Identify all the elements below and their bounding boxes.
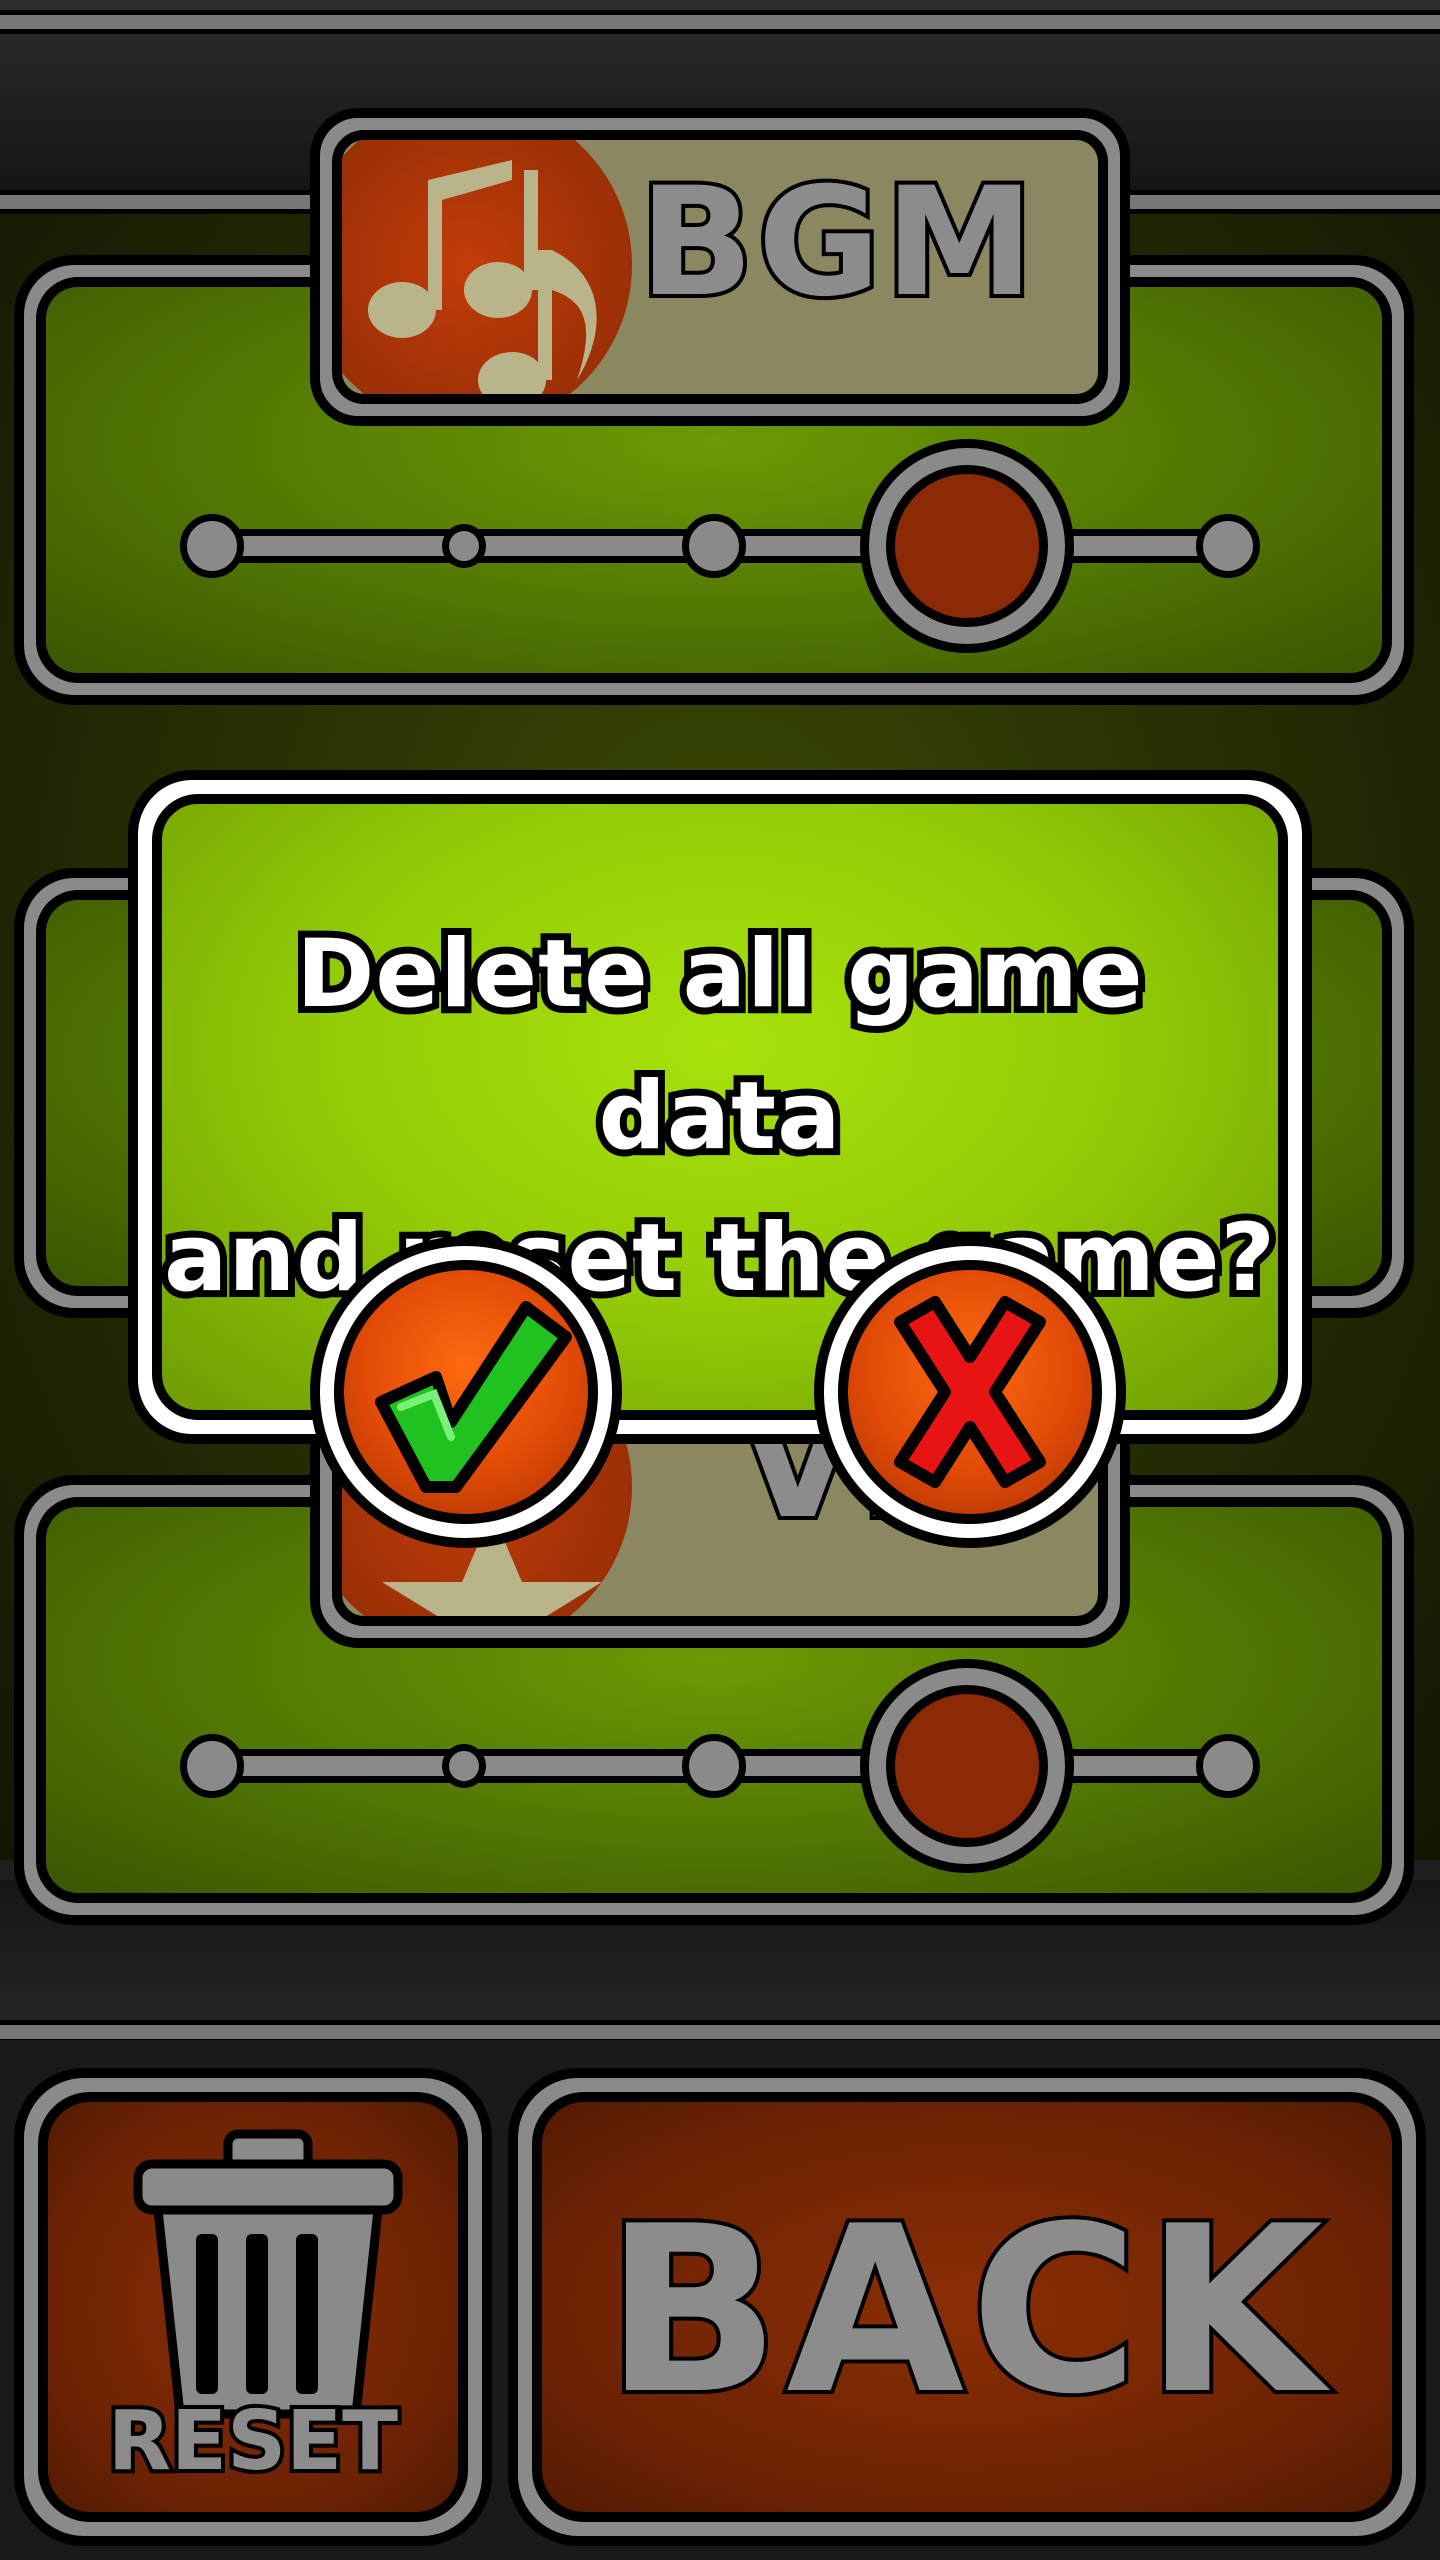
dialog-message-line2: and reset the game?: [157, 1197, 1282, 1320]
cancel-button[interactable]: [814, 1236, 1126, 1548]
dialog-message: Delete all game data and reset the game?: [157, 904, 1282, 1330]
dialog-message-line1: Delete all game data: [289, 913, 1149, 1178]
checkmark-icon: [375, 1301, 572, 1493]
cross-icon: [894, 1296, 1046, 1488]
reset-confirm-dialog: Delete all game data and reset the game?: [128, 770, 1312, 1444]
confirm-button[interactable]: [310, 1236, 622, 1548]
